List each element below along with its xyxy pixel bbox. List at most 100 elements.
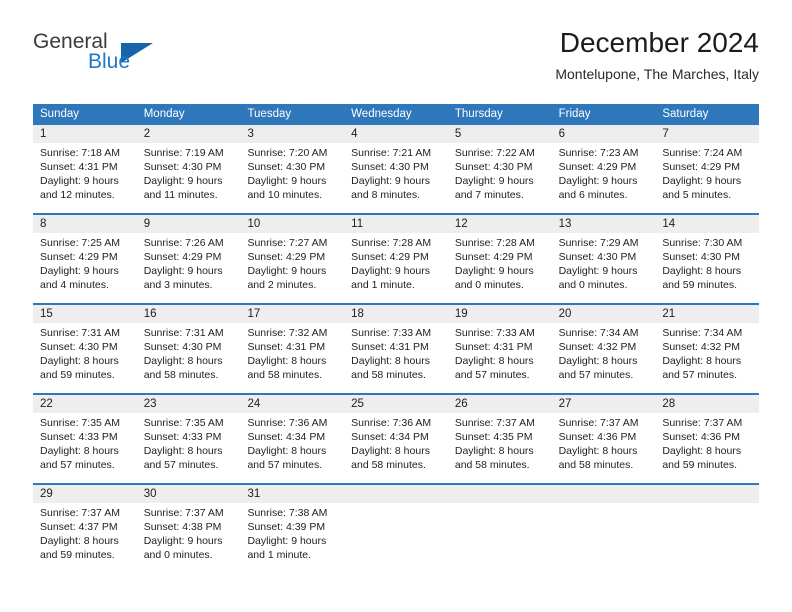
day-detail-sunrise: Sunrise: 7:24 AM bbox=[662, 147, 743, 159]
calendar-day-cell[interactable]: 15 Sunrise: 7:31 AM Sunset: 4:30 PM Dayligh… bbox=[33, 305, 137, 393]
weekday-header-friday: Friday bbox=[558, 108, 591, 120]
day-detail-sunrise: Sunrise: 7:36 AM bbox=[351, 417, 432, 429]
calendar-day-cell[interactable]: 27 Sunrise: 7:37 AM Sunset: 4:36 PM Dayligh… bbox=[551, 395, 656, 483]
day-detail-daylight1: Daylight: 9 hours bbox=[143, 175, 223, 187]
day-detail-daylight2: and 10 minutes. bbox=[247, 189, 323, 201]
calendar-week-row: 8 Sunrise: 7:25 AM Sunset: 4:29 PM Daylight… bbox=[33, 213, 760, 303]
day-number: 10 bbox=[240, 215, 345, 233]
day-number: 2 bbox=[136, 125, 241, 143]
day-detail-daylight2: and 5 minutes. bbox=[662, 189, 732, 201]
weekday-header-thursday: Thursday bbox=[454, 108, 503, 120]
day-detail-daylight1: Daylight: 8 hours bbox=[40, 445, 119, 457]
day-detail-daylight1: Daylight: 8 hours bbox=[247, 445, 327, 457]
day-number: 19 bbox=[447, 305, 552, 323]
day-number: 23 bbox=[136, 395, 241, 413]
day-details: Sunrise: 7:33 AM Sunset: 4:31 PM Daylight:… bbox=[344, 323, 448, 382]
calendar-day-cell[interactable]: 9 Sunrise: 7:26 AM Sunset: 4:29 PM Daylight… bbox=[136, 215, 241, 303]
calendar-day-cell[interactable]: 8 Sunrise: 7:25 AM Sunset: 4:29 PM Daylight… bbox=[33, 215, 137, 303]
calendar-day-cell[interactable]: 22 Sunrise: 7:35 AM Sunset: 4:33 PM Dayligh… bbox=[33, 395, 137, 483]
calendar-day-cell[interactable]: 19 Sunrise: 7:33 AM Sunset: 4:31 PM Dayligh… bbox=[447, 305, 552, 393]
day-number: 6 bbox=[551, 125, 656, 143]
day-details: Sunrise: 7:29 AM Sunset: 4:30 PM Daylight:… bbox=[552, 233, 656, 292]
day-detail-daylight2: and 58 minutes. bbox=[351, 369, 426, 381]
day-details: Sunrise: 7:33 AM Sunset: 4:31 PM Daylight:… bbox=[448, 323, 552, 382]
calendar-day-cell[interactable]: 29 Sunrise: 7:37 AM Sunset: 4:37 PM Dayligh… bbox=[33, 485, 137, 573]
calendar-day-cell[interactable]: 1 Sunrise: 7:18 AM Sunset: 4:31 PM Daylight… bbox=[33, 125, 137, 213]
calendar-day-cell[interactable]: 23 Sunrise: 7:35 AM Sunset: 4:33 PM Dayligh… bbox=[136, 395, 241, 483]
day-detail-sunrise: Sunrise: 7:35 AM bbox=[40, 417, 120, 429]
day-detail-sunset: Sunset: 4:34 PM bbox=[351, 431, 429, 443]
day-detail-sunset: Sunset: 4:30 PM bbox=[558, 251, 637, 263]
calendar-day-cell[interactable]: 24 Sunrise: 7:36 AM Sunset: 4:34 PM Dayligh… bbox=[240, 395, 345, 483]
day-number bbox=[551, 485, 656, 503]
day-detail-daylight1: Daylight: 9 hours bbox=[558, 265, 638, 277]
day-details: Sunrise: 7:31 AM Sunset: 4:30 PM Daylight:… bbox=[137, 323, 241, 382]
day-detail-daylight2: and 12 minutes. bbox=[40, 189, 115, 201]
calendar-day-cell[interactable]: 21 Sunrise: 7:34 AM Sunset: 4:32 PM Dayligh… bbox=[655, 305, 760, 393]
day-details bbox=[448, 503, 552, 506]
calendar-day-cell[interactable]: 11 Sunrise: 7:28 AM Sunset: 4:29 PM Dayligh… bbox=[344, 215, 448, 303]
day-detail-sunrise: Sunrise: 7:35 AM bbox=[143, 417, 224, 429]
day-detail-sunset: Sunset: 4:38 PM bbox=[143, 521, 222, 533]
calendar-day-cell[interactable]: 31 Sunrise: 7:38 AM Sunset: 4:39 PM Dayligh… bbox=[240, 485, 345, 573]
day-detail-sunrise: Sunrise: 7:37 AM bbox=[454, 417, 535, 429]
day-number: 31 bbox=[240, 485, 345, 503]
day-detail-sunset: Sunset: 4:35 PM bbox=[454, 431, 533, 443]
day-detail-daylight2: and 0 minutes. bbox=[143, 549, 213, 561]
day-number: 15 bbox=[33, 305, 137, 323]
calendar-day-cell[interactable]: 3 Sunrise: 7:20 AM Sunset: 4:30 PM Daylight… bbox=[240, 125, 345, 213]
day-detail-sunrise: Sunrise: 7:26 AM bbox=[143, 237, 224, 249]
day-details: Sunrise: 7:31 AM Sunset: 4:30 PM Daylight:… bbox=[33, 323, 137, 382]
calendar-day-cell[interactable]: 17 Sunrise: 7:32 AM Sunset: 4:31 PM Dayligh… bbox=[240, 305, 345, 393]
weekday-header-tuesday: Tuesday bbox=[247, 108, 292, 120]
day-details bbox=[344, 503, 448, 506]
day-number: 27 bbox=[551, 395, 656, 413]
calendar-day-cell[interactable]: 6 Sunrise: 7:23 AM Sunset: 4:29 PM Daylight… bbox=[551, 125, 656, 213]
day-number: 18 bbox=[344, 305, 448, 323]
calendar-day-cell[interactable]: 16 Sunrise: 7:31 AM Sunset: 4:30 PM Dayligh… bbox=[136, 305, 241, 393]
day-number bbox=[447, 485, 552, 503]
day-detail-daylight2: and 1 minute. bbox=[351, 279, 415, 291]
calendar-day-cell[interactable]: 30 Sunrise: 7:37 AM Sunset: 4:38 PM Dayligh… bbox=[136, 485, 241, 573]
day-detail-daylight1: Daylight: 9 hours bbox=[40, 175, 119, 187]
calendar-day-cell[interactable]: 12 Sunrise: 7:28 AM Sunset: 4:29 PM Dayligh… bbox=[447, 215, 552, 303]
calendar-body: 1 Sunrise: 7:18 AM Sunset: 4:31 PM Daylight… bbox=[33, 125, 760, 573]
day-details: Sunrise: 7:35 AM Sunset: 4:33 PM Daylight:… bbox=[33, 413, 137, 472]
day-detail-sunrise: Sunrise: 7:28 AM bbox=[454, 237, 535, 249]
day-detail-sunset: Sunset: 4:30 PM bbox=[454, 161, 533, 173]
calendar-day-cell[interactable]: 28 Sunrise: 7:37 AM Sunset: 4:36 PM Dayligh… bbox=[655, 395, 760, 483]
calendar-day-cell[interactable]: 7 Sunrise: 7:24 AM Sunset: 4:29 PM Daylight… bbox=[655, 125, 760, 213]
day-number: 12 bbox=[447, 215, 552, 233]
calendar-day-cell[interactable]: 20 Sunrise: 7:34 AM Sunset: 4:32 PM Dayligh… bbox=[551, 305, 656, 393]
day-detail-sunrise: Sunrise: 7:21 AM bbox=[351, 147, 432, 159]
calendar-day-cell[interactable]: 10 Sunrise: 7:27 AM Sunset: 4:29 PM Dayligh… bbox=[240, 215, 345, 303]
calendar-day-cell[interactable]: 14 Sunrise: 7:30 AM Sunset: 4:30 PM Dayligh… bbox=[655, 215, 760, 303]
calendar-day-cell[interactable]: 26 Sunrise: 7:37 AM Sunset: 4:35 PM Dayligh… bbox=[447, 395, 552, 483]
day-number: 24 bbox=[240, 395, 345, 413]
calendar-day-cell[interactable]: 18 Sunrise: 7:33 AM Sunset: 4:31 PM Dayligh… bbox=[344, 305, 448, 393]
calendar-day-cell[interactable]: 13 Sunrise: 7:29 AM Sunset: 4:30 PM Dayligh… bbox=[551, 215, 656, 303]
day-detail-sunset: Sunset: 4:36 PM bbox=[558, 431, 637, 443]
calendar-week-row: 22 Sunrise: 7:35 AM Sunset: 4:33 PM Dayligh… bbox=[33, 393, 760, 483]
calendar-day-cell[interactable]: 25 Sunrise: 7:36 AM Sunset: 4:34 PM Dayligh… bbox=[344, 395, 448, 483]
day-detail-sunset: Sunset: 4:29 PM bbox=[143, 251, 222, 263]
day-details: Sunrise: 7:37 AM Sunset: 4:35 PM Daylight:… bbox=[448, 413, 552, 472]
day-details: Sunrise: 7:25 AM Sunset: 4:29 PM Daylight:… bbox=[33, 233, 137, 292]
day-detail-daylight2: and 3 minutes. bbox=[143, 279, 213, 291]
calendar-day-cell[interactable]: 4 Sunrise: 7:21 AM Sunset: 4:30 PM Daylight… bbox=[344, 125, 448, 213]
day-detail-daylight1: Daylight: 9 hours bbox=[558, 175, 638, 187]
day-detail-sunset: Sunset: 4:29 PM bbox=[662, 161, 740, 173]
day-detail-daylight2: and 6 minutes. bbox=[558, 189, 628, 201]
day-number: 9 bbox=[136, 215, 241, 233]
brand-logo[interactable]: General Blue bbox=[33, 30, 183, 84]
day-detail-daylight2: and 58 minutes. bbox=[454, 459, 530, 471]
day-number: 17 bbox=[240, 305, 345, 323]
day-details: Sunrise: 7:27 AM Sunset: 4:29 PM Daylight:… bbox=[240, 233, 344, 292]
calendar-day-cell[interactable]: 2 Sunrise: 7:19 AM Sunset: 4:30 PM Daylight… bbox=[136, 125, 241, 213]
day-detail-daylight1: Daylight: 8 hours bbox=[454, 355, 534, 367]
day-detail-daylight1: Daylight: 8 hours bbox=[247, 355, 327, 367]
day-detail-daylight1: Daylight: 9 hours bbox=[40, 265, 119, 277]
page-header: General Blue December 2024 Montelupone, … bbox=[33, 26, 759, 96]
calendar-day-cell[interactable]: 5 Sunrise: 7:22 AM Sunset: 4:30 PM Daylight… bbox=[447, 125, 552, 213]
day-detail-sunrise: Sunrise: 7:25 AM bbox=[40, 237, 120, 249]
